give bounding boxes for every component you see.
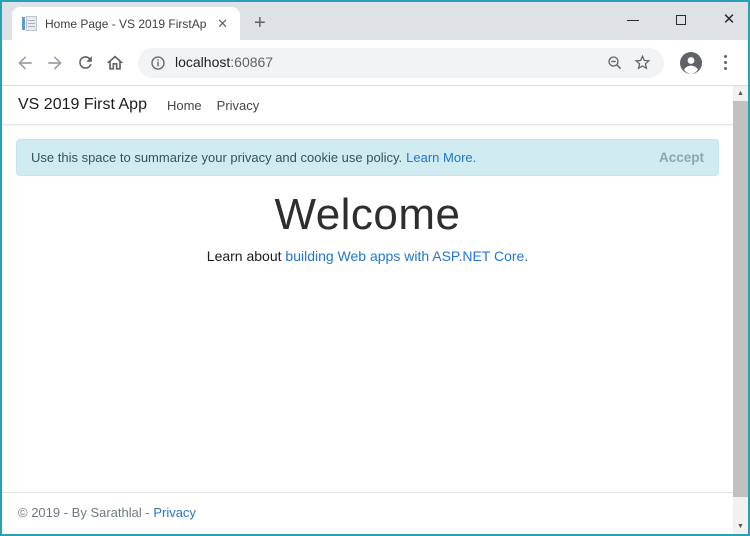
- window-controls: ✕: [626, 2, 736, 38]
- page-info-icon[interactable]: [150, 55, 166, 71]
- forward-button[interactable]: [40, 48, 70, 78]
- back-button[interactable]: [10, 48, 40, 78]
- scroll-down-icon[interactable]: ▼: [733, 519, 748, 534]
- page-viewport: VS 2019 First App Home Privacy Use this …: [2, 86, 748, 534]
- close-icon: ✕: [722, 11, 736, 28]
- forward-arrow-icon: [48, 55, 62, 70]
- footer-privacy-link[interactable]: Privacy: [153, 505, 196, 520]
- page-title: Welcome: [274, 190, 461, 239]
- learn-more-link[interactable]: Learn More.: [406, 150, 476, 165]
- browser-window: Home Page - VS 2019 FirstApp ✕ + ✕ local…: [0, 0, 750, 536]
- browser-tab[interactable]: Home Page - VS 2019 FirstApp ✕: [12, 7, 240, 40]
- profile-button[interactable]: [676, 48, 706, 78]
- home-button[interactable]: [100, 48, 130, 78]
- reload-button[interactable]: [70, 48, 100, 78]
- maximize-button[interactable]: [674, 13, 688, 27]
- scrollbar-thumb[interactable]: [733, 101, 748, 497]
- minimize-button[interactable]: [626, 13, 640, 27]
- maximize-icon: [676, 15, 686, 25]
- page-content: VS 2019 First App Home Privacy Use this …: [2, 86, 733, 534]
- favicon-icon: [22, 16, 37, 31]
- menu-button[interactable]: [710, 48, 740, 78]
- tab-title: Home Page - VS 2019 FirstApp: [45, 16, 208, 31]
- close-button[interactable]: ✕: [722, 11, 736, 28]
- vertical-scrollbar[interactable]: ▲ ▼: [733, 86, 748, 534]
- url-host: localhost: [175, 53, 231, 70]
- aspnet-core-link[interactable]: building Web apps with ASP.NET Core.: [285, 248, 528, 264]
- main-content: Welcome Learn about building Web apps wi…: [2, 176, 733, 492]
- subtitle: Learn about building Web apps with ASP.N…: [2, 248, 733, 264]
- url-text: localhost:60867: [175, 54, 273, 72]
- nav-link-privacy[interactable]: Privacy: [217, 98, 260, 113]
- cookie-banner-text: Use this space to summarize your privacy…: [31, 150, 403, 165]
- cookie-consent-banner: Use this space to summarize your privacy…: [16, 139, 719, 176]
- browser-toolbar: localhost:60867: [2, 40, 748, 86]
- site-navbar: VS 2019 First App Home Privacy: [2, 86, 733, 125]
- address-bar[interactable]: localhost:60867: [138, 47, 664, 78]
- site-footer: © 2019 - By Sarathlal - Privacy: [2, 492, 733, 534]
- tab-strip: Home Page - VS 2019 FirstApp ✕ + ✕: [2, 2, 748, 40]
- zoom-indicator-icon[interactable]: [606, 54, 624, 72]
- site-brand[interactable]: VS 2019 First App: [18, 96, 147, 114]
- new-tab-button[interactable]: +: [254, 13, 266, 33]
- footer-text: © 2019 - By Sarathlal -: [18, 505, 154, 520]
- menu-dots-icon: [713, 55, 737, 70]
- tab-close-icon[interactable]: ✕: [215, 16, 230, 32]
- back-arrow-icon: [18, 55, 32, 70]
- scroll-up-icon[interactable]: ▲: [733, 86, 748, 101]
- minimize-icon: [627, 19, 639, 21]
- nav-link-home[interactable]: Home: [167, 98, 202, 113]
- subtitle-prefix: Learn about: [206, 248, 286, 265]
- url-port: :60867: [230, 53, 274, 70]
- bookmark-star-icon[interactable]: [633, 53, 652, 72]
- profile-avatar-icon: [680, 51, 702, 74]
- home-icon: [106, 55, 124, 70]
- reload-icon: [78, 56, 92, 69]
- accept-button[interactable]: Accept: [659, 150, 704, 165]
